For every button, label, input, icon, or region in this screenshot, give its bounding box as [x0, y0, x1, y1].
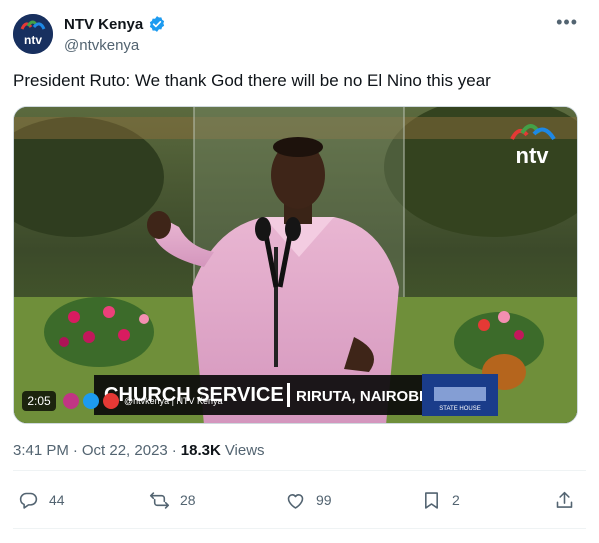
video-elapsed-time: 2:05 [27, 394, 51, 408]
account-handle[interactable]: @ntvkenya [64, 37, 139, 54]
video-player[interactable]: ntv CHURCH SERVICE RIRUTA, NAIROBI. STAT… [13, 106, 578, 424]
ntv-watermark-logo: ntv [510, 124, 556, 168]
instagram-icon [63, 393, 79, 409]
bookmark-button[interactable]: 2 [421, 480, 460, 520]
reply-button[interactable]: 44 [18, 480, 65, 520]
bookmark-icon [425, 491, 438, 509]
bookmark-count: 2 [452, 492, 460, 508]
avatar-logo-text: ntv [24, 33, 42, 47]
tweet: ntv NTV Kenya @ntvkenya ••• President Ru… [0, 0, 599, 543]
ntv-logo-icon: ntv [13, 14, 53, 54]
video-frame: ntv CHURCH SERVICE RIRUTA, NAIROBI. STAT… [14, 107, 577, 423]
reply-count: 44 [49, 492, 65, 508]
account-name-row[interactable]: NTV Kenya [64, 15, 166, 33]
like-count: 99 [316, 492, 332, 508]
like-button[interactable]: 99 [285, 480, 332, 520]
share-icon [556, 491, 573, 508]
heart-icon [287, 493, 304, 509]
repost-button[interactable]: 28 [149, 480, 196, 520]
twitter-icon [83, 393, 99, 409]
meta-separator: · [171, 442, 177, 459]
tweet-meta: 3:41 PM · Oct 22, 2023 · 18.3K Views [13, 442, 265, 459]
watermark-text: ntv [516, 143, 550, 168]
display-name[interactable]: NTV Kenya [64, 16, 143, 33]
social-handle: @ntvkenya | NTV Kenya [124, 396, 223, 406]
repost-icon [149, 491, 170, 509]
views-count: 18.3K [180, 442, 221, 459]
avatar[interactable]: ntv [13, 14, 53, 54]
banner-location: RIRUTA, NAIROBI. [296, 388, 427, 405]
meta-separator: · [72, 442, 78, 459]
flower-arrangement-left [44, 297, 154, 367]
more-options-icon[interactable]: ••• [556, 12, 578, 33]
divider [13, 528, 586, 529]
repost-count: 28 [180, 492, 196, 508]
reply-icon [19, 492, 38, 509]
action-bar: 44 28 99 2 [13, 480, 586, 520]
views-label: Views [224, 442, 265, 459]
divider [13, 470, 586, 471]
state-house-label: STATE HOUSE [439, 406, 480, 412]
tweet-time[interactable]: 3:41 PM [13, 442, 69, 459]
tweet-text: President Ruto: We thank God there will … [13, 71, 491, 90]
share-button[interactable] [554, 480, 575, 520]
youtube-icon [103, 393, 119, 409]
verified-badge-icon [150, 16, 165, 32]
tweet-date[interactable]: Oct 22, 2023 [82, 442, 168, 459]
